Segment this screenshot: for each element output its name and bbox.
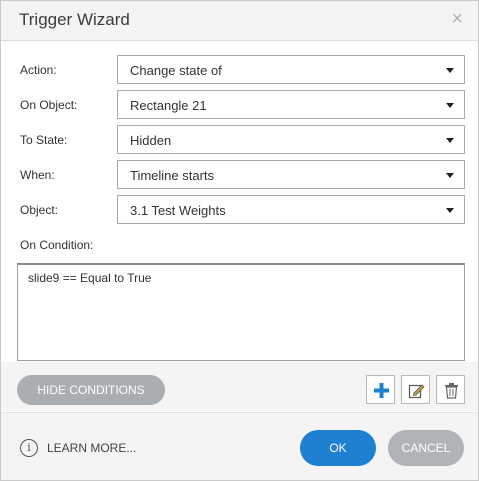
info-icon: i xyxy=(20,439,38,457)
to-state-value: Hidden xyxy=(130,133,172,148)
learn-more-label: LEARN MORE... xyxy=(47,441,137,455)
when-label: When: xyxy=(20,168,55,182)
edit-condition-button[interactable] xyxy=(401,375,430,404)
close-icon[interactable]: × xyxy=(451,8,463,30)
title-bar: Trigger Wizard × xyxy=(1,1,478,41)
on-object-select[interactable]: Rectangle 21 xyxy=(117,90,465,119)
object-value: 3.1 Test Weights xyxy=(130,203,226,218)
on-condition-label: On Condition: xyxy=(20,238,94,252)
chevron-down-icon xyxy=(446,103,454,108)
ok-button[interactable]: OK xyxy=(300,430,376,466)
action-label: Action: xyxy=(20,63,57,77)
trigger-wizard-dialog: Trigger Wizard × Action: Change state of… xyxy=(0,0,479,481)
cancel-button[interactable]: CANCEL xyxy=(388,430,464,466)
trash-icon xyxy=(445,383,458,399)
dialog-title: Trigger Wizard xyxy=(19,10,130,29)
object-label: Object: xyxy=(20,203,59,217)
chevron-down-icon xyxy=(446,208,454,213)
plus-icon xyxy=(374,383,389,398)
chevron-down-icon xyxy=(446,68,454,73)
when-value: Timeline starts xyxy=(130,168,215,183)
when-select[interactable]: Timeline starts xyxy=(117,160,465,189)
chevron-down-icon xyxy=(446,138,454,143)
on-object-value: Rectangle 21 xyxy=(130,98,207,113)
condition-item[interactable]: slide9 == Equal to True xyxy=(28,271,151,285)
to-state-label: To State: xyxy=(20,133,68,147)
to-state-select[interactable]: Hidden xyxy=(117,125,465,154)
add-condition-button[interactable] xyxy=(366,375,395,404)
action-value: Change state of xyxy=(130,63,222,78)
chevron-down-icon xyxy=(446,173,454,178)
object-select[interactable]: 3.1 Test Weights xyxy=(117,195,465,224)
delete-condition-button[interactable] xyxy=(436,375,465,404)
conditions-list[interactable]: slide9 == Equal to True xyxy=(17,263,465,361)
action-select[interactable]: Change state of xyxy=(117,55,465,84)
hide-conditions-button[interactable]: HIDE CONDITIONS xyxy=(17,375,165,405)
on-object-label: On Object: xyxy=(20,98,78,112)
edit-icon xyxy=(408,384,425,399)
